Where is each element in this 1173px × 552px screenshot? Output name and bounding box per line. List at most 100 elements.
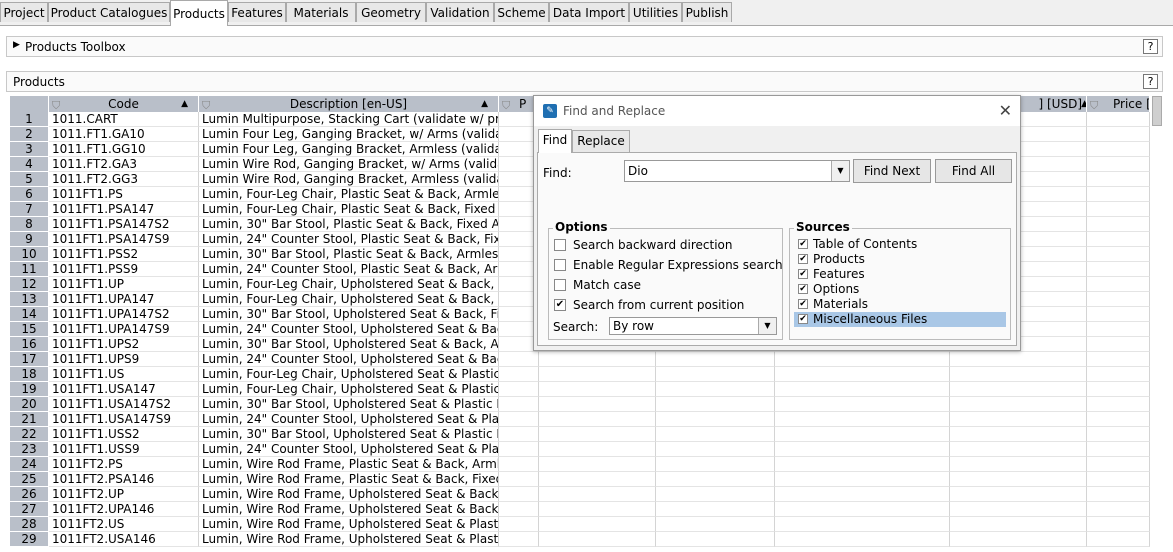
empty-cell[interactable]	[1087, 472, 1150, 487]
empty-cell[interactable]	[499, 487, 539, 502]
empty-cell[interactable]	[775, 442, 950, 457]
description-cell[interactable]: Lumin Four Leg, Ganging Bracket, Armless…	[199, 142, 499, 157]
tab-product-catalogues[interactable]: Product Catalogues	[48, 2, 170, 22]
filter-icon[interactable]: ⛉	[1090, 98, 1098, 112]
description-cell[interactable]: Lumin, Wire Rod Frame, Plastic Seat & Ba…	[199, 457, 499, 472]
table-row[interactable]: 17 1011FT1.UPS9 Lumin, 24" Counter Stool, …	[10, 352, 1150, 367]
empty-cell[interactable]	[1087, 172, 1150, 187]
empty-cell[interactable]	[539, 502, 656, 517]
option-label[interactable]: Search backward direction	[573, 238, 732, 252]
empty-cell[interactable]	[1087, 352, 1150, 367]
empty-cell[interactable]	[1087, 307, 1150, 322]
empty-cell[interactable]	[539, 397, 656, 412]
code-cell[interactable]: 1011FT1.US	[49, 367, 199, 382]
code-cell[interactable]: 1011FT1.PS	[49, 187, 199, 202]
code-cell[interactable]: 1011.FT2.GG3	[49, 172, 199, 187]
empty-cell[interactable]	[1087, 217, 1150, 232]
code-cell[interactable]: 1011.FT1.GG10	[49, 142, 199, 157]
tab-publish[interactable]: Publish	[682, 2, 732, 22]
expand-arrow-icon[interactable]: ▶	[13, 40, 20, 50]
source-checkbox[interactable]: ✔	[798, 254, 808, 264]
option-label[interactable]: Enable Regular Expressions search	[573, 258, 783, 272]
empty-cell[interactable]	[1087, 487, 1150, 502]
tab-utilities[interactable]: Utilities	[629, 2, 682, 22]
empty-cell[interactable]	[1087, 517, 1150, 532]
source-label[interactable]: Features	[813, 267, 865, 281]
empty-cell[interactable]	[950, 412, 1087, 427]
empty-cell[interactable]	[950, 457, 1087, 472]
empty-cell[interactable]	[1087, 292, 1150, 307]
empty-cell[interactable]	[656, 397, 775, 412]
empty-cell[interactable]	[1087, 142, 1150, 157]
empty-cell[interactable]	[499, 427, 539, 442]
vertical-scrollbar-thumb[interactable]	[1152, 96, 1162, 126]
description-cell[interactable]: Lumin Wire Rod, Ganging Bracket, w/ Arms…	[199, 157, 499, 172]
source-checkbox[interactable]: ✔	[798, 314, 808, 324]
description-cell[interactable]: Lumin, 24" Counter Stool, Upholstered Se…	[199, 442, 499, 457]
filter-icon[interactable]: ⛉	[502, 98, 510, 112]
empty-cell[interactable]	[1087, 262, 1150, 277]
empty-cell[interactable]	[656, 517, 775, 532]
find-next-button[interactable]: Find Next	[853, 159, 931, 183]
empty-cell[interactable]	[499, 397, 539, 412]
option-label[interactable]: Search from current position	[573, 298, 744, 312]
option-label[interactable]: Match case	[573, 278, 641, 292]
empty-cell[interactable]	[656, 472, 775, 487]
code-cell[interactable]: 1011FT2.PS	[49, 457, 199, 472]
table-row[interactable]: 27 1011FT2.UPA146 Lumin, Wire Rod Frame, U…	[10, 502, 1150, 517]
empty-cell[interactable]	[1087, 127, 1150, 142]
source-label[interactable]: Table of Contents	[813, 237, 917, 251]
code-cell[interactable]: 1011FT1.USA147S9	[49, 412, 199, 427]
empty-cell[interactable]	[656, 382, 775, 397]
empty-cell[interactable]	[950, 532, 1087, 547]
description-cell[interactable]: Lumin, 24" Counter Stool, Upholstered Se…	[199, 322, 499, 337]
code-cell[interactable]: 1011FT1.USA147S2	[49, 397, 199, 412]
tab-validation[interactable]: Validation	[426, 2, 494, 22]
description-cell[interactable]: Lumin, 30" Bar Stool, Plastic Seat & Bac…	[199, 247, 499, 262]
code-cell[interactable]: 1011.CART	[49, 112, 199, 127]
empty-cell[interactable]	[775, 517, 950, 532]
description-cell[interactable]: Lumin, Four-Leg Chair, Plastic Seat & Ba…	[199, 187, 499, 202]
find-all-button[interactable]: Find All	[935, 159, 1012, 183]
code-cell[interactable]: 1011FT1.UPA147	[49, 292, 199, 307]
description-cell[interactable]: Lumin Wire Rod, Ganging Bracket, Armless…	[199, 172, 499, 187]
description-cell[interactable]: Lumin, Four-Leg Chair, Upholstered Seat …	[199, 292, 499, 307]
dialog-title-bar[interactable]: ✎ Find and Replace ✕	[534, 96, 1020, 126]
empty-cell[interactable]	[950, 382, 1087, 397]
empty-cell[interactable]	[499, 352, 539, 367]
products-toolbox-panel[interactable]: ▶ Products Toolbox ?	[6, 36, 1163, 57]
empty-cell[interactable]	[1087, 277, 1150, 292]
empty-cell[interactable]	[539, 352, 656, 367]
empty-cell[interactable]	[775, 427, 950, 442]
empty-cell[interactable]	[539, 517, 656, 532]
description-cell[interactable]: Lumin, 24" Counter Stool, Upholstered Se…	[199, 352, 499, 367]
description-cell[interactable]: Lumin, Wire Rod Frame, Upholstered Seat …	[199, 487, 499, 502]
empty-cell[interactable]	[1087, 397, 1150, 412]
description-cell[interactable]: Lumin, 24" Counter Stool, Plastic Seat &…	[199, 232, 499, 247]
description-cell[interactable]: Lumin, 30" Bar Stool, Upholstered Seat &…	[199, 427, 499, 442]
empty-cell[interactable]	[950, 442, 1087, 457]
source-checkbox[interactable]: ✔	[798, 299, 808, 309]
source-label[interactable]: Materials	[813, 297, 868, 311]
code-cell[interactable]: 1011FT1.USS9	[49, 442, 199, 457]
code-cell[interactable]: 1011FT2.UPA146	[49, 502, 199, 517]
empty-cell[interactable]	[1087, 157, 1150, 172]
description-cell[interactable]: Lumin, Wire Rod Frame, Upholstered Seat …	[199, 502, 499, 517]
empty-cell[interactable]	[1087, 457, 1150, 472]
tab-replace[interactable]: Replace	[572, 130, 630, 152]
empty-cell[interactable]	[950, 427, 1087, 442]
description-cell[interactable]: Lumin, 24" Counter Stool, Upholstered Se…	[199, 412, 499, 427]
tab-features[interactable]: Features	[228, 2, 286, 22]
empty-cell[interactable]	[1087, 337, 1150, 352]
empty-cell[interactable]	[775, 487, 950, 502]
search-select[interactable]: By row ▼	[609, 317, 777, 335]
code-cell[interactable]: 1011FT1.UPS9	[49, 352, 199, 367]
table-row[interactable]: 28 1011FT2.US Lumin, Wire Rod Frame, Uphol…	[10, 517, 1150, 532]
empty-cell[interactable]	[775, 502, 950, 517]
empty-cell[interactable]	[656, 427, 775, 442]
description-cell[interactable]: Lumin, 24" Counter Stool, Plastic Seat &…	[199, 262, 499, 277]
column-header-description[interactable]: ⛉ Description [en-US] ▲	[199, 96, 499, 112]
empty-cell[interactable]	[499, 367, 539, 382]
description-cell[interactable]: Lumin, Wire Rod Frame, Upholstered Seat …	[199, 532, 499, 547]
description-cell[interactable]: Lumin, 30" Bar Stool, Upholstered Seat &…	[199, 397, 499, 412]
